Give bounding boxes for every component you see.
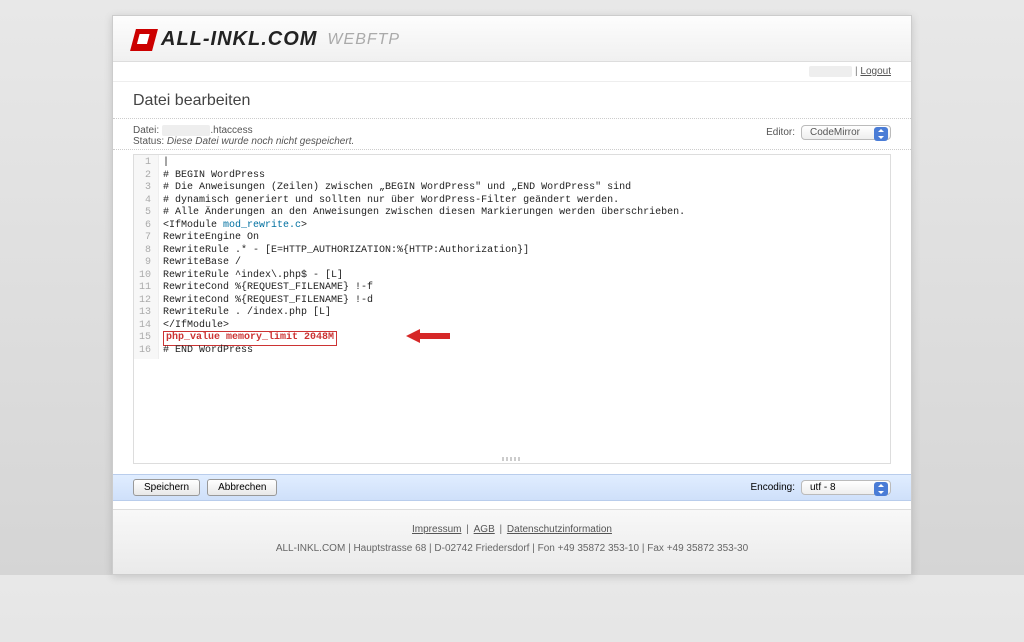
code-editor[interactable]: 12345678910111213141516 |# BEGIN WordPre… bbox=[133, 154, 891, 464]
status-line: Status: Diese Datei wurde noch nicht ges… bbox=[133, 136, 354, 147]
editor-dropdown[interactable]: CodeMirror bbox=[801, 125, 891, 140]
app-window: ALL-INKL.COM WEBFTP | Logout Datei bearb… bbox=[112, 15, 912, 575]
resize-grip-icon[interactable] bbox=[502, 457, 522, 461]
encoding-dropdown[interactable]: utf - 8 bbox=[801, 480, 891, 495]
logout-link[interactable]: Logout bbox=[860, 66, 891, 77]
subbrand-text: WEBFTP bbox=[327, 31, 400, 49]
page-title: Datei bearbeiten bbox=[113, 82, 911, 119]
code-lines[interactable]: |# BEGIN WordPress# Die Anweisungen (Zei… bbox=[159, 155, 689, 359]
footer: Impressum | AGB | Datenschutzinformation… bbox=[113, 509, 911, 574]
logo-icon bbox=[130, 29, 158, 51]
line-gutter: 12345678910111213141516 bbox=[134, 155, 159, 359]
user-label-obscured bbox=[809, 66, 852, 77]
file-line: Datei: .htaccess bbox=[133, 125, 354, 136]
footer-link-agb[interactable]: AGB bbox=[474, 524, 495, 535]
meta-left: Datei: .htaccess Status: Diese Datei wur… bbox=[133, 125, 354, 147]
editor-select-area: Editor: CodeMirror bbox=[766, 125, 891, 140]
dropdown-arrows-icon bbox=[874, 482, 888, 496]
meta-bar: Datei: .htaccess Status: Diese Datei wur… bbox=[113, 119, 911, 150]
save-button[interactable]: Speichern bbox=[133, 479, 200, 496]
footer-address: ALL-INKL.COM | Hauptstrasse 68 | D-02742… bbox=[113, 543, 911, 554]
topbar: | Logout bbox=[113, 62, 911, 82]
status-text: Diese Datei wurde noch nicht gespeichert… bbox=[167, 136, 354, 147]
cancel-button[interactable]: Abbrechen bbox=[207, 479, 277, 496]
dropdown-arrows-icon bbox=[874, 127, 888, 141]
file-suffix: .htaccess bbox=[210, 125, 252, 136]
action-bar: Speichern Abbrechen Encoding: utf - 8 bbox=[113, 474, 911, 501]
file-name-obscured bbox=[162, 125, 210, 136]
brand-text: ALL-INKL.COM bbox=[161, 28, 317, 51]
header: ALL-INKL.COM WEBFTP bbox=[113, 16, 911, 62]
footer-link-datenschutz[interactable]: Datenschutzinformation bbox=[507, 524, 612, 535]
action-buttons: Speichern Abbrechen bbox=[133, 479, 281, 496]
file-label: Datei: bbox=[133, 125, 159, 136]
footer-links: Impressum | AGB | Datenschutzinformation bbox=[113, 524, 911, 535]
status-label: Status: bbox=[133, 136, 164, 147]
editor-label: Editor: bbox=[766, 127, 795, 138]
footer-link-impressum[interactable]: Impressum bbox=[412, 524, 461, 535]
editor-selected-value: CodeMirror bbox=[810, 127, 860, 138]
encoding-area: Encoding: utf - 8 bbox=[751, 480, 891, 495]
encoding-label: Encoding: bbox=[751, 482, 795, 493]
encoding-selected-value: utf - 8 bbox=[810, 482, 836, 493]
